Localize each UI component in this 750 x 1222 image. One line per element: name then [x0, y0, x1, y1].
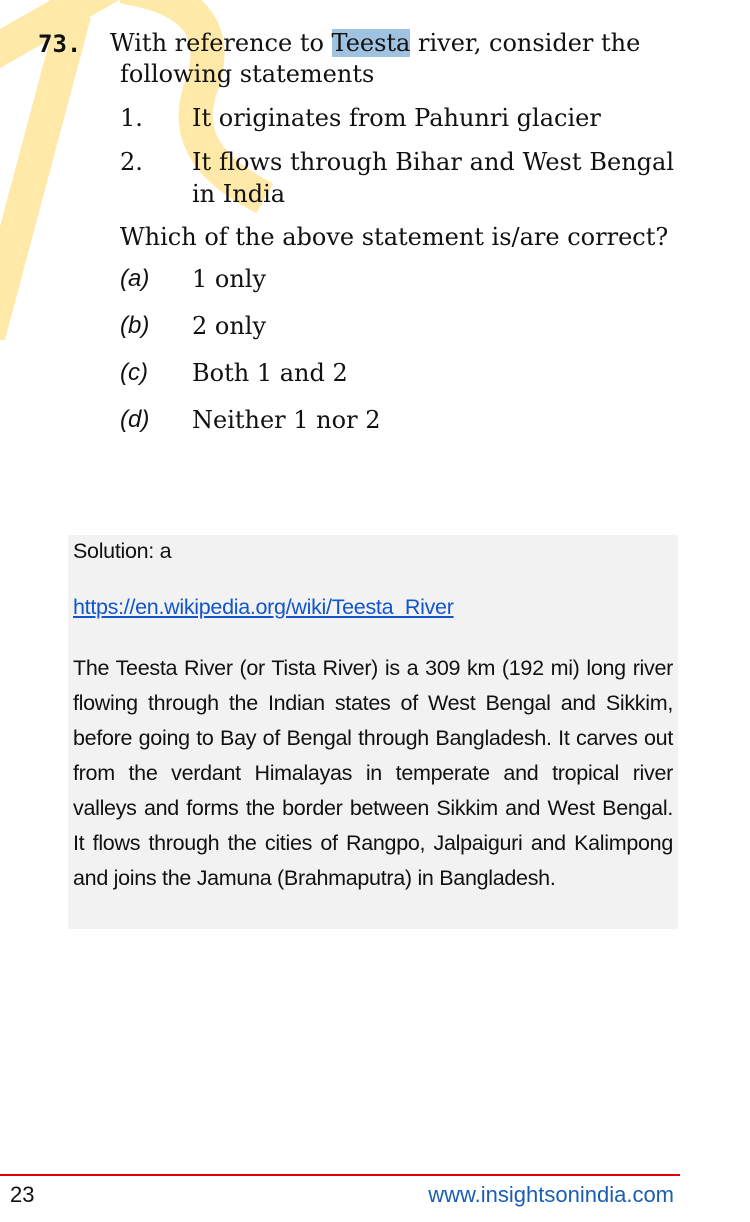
option-label: (d) [120, 406, 150, 433]
option-label: (a) [120, 265, 150, 292]
highlighted-text[interactable]: Teesta [331, 29, 411, 57]
statement-item: 2. It flows through Bihar and West Benga… [120, 146, 674, 210]
statement-text: It originates from Pahunri glacier [192, 104, 601, 132]
footer-divider [0, 1174, 680, 1176]
question-stem: With reference to Teesta river, consider… [110, 29, 641, 88]
option-a: (a) 1 only [120, 263, 674, 310]
reference-link[interactable]: https://en.wikipedia.org/wiki/Teesta_Riv… [73, 595, 454, 620]
solution-explanation: The Teesta River (or Tista River) is a 3… [73, 656, 673, 890]
page-number: 23 [10, 1182, 35, 1207]
question-prompt: Which of the above statement is/are corr… [120, 223, 669, 251]
question-block: 73. With reference to Teesta river, cons… [38, 28, 674, 451]
option-c: (c) Both 1 and 2 [120, 357, 674, 404]
option-text: 2 only [192, 312, 267, 340]
solution-box: Solution: a https://en.wikipedia.org/wik… [68, 535, 678, 929]
option-d: (d) Neither 1 nor 2 [120, 404, 674, 451]
statement-number: 2. [120, 148, 143, 176]
statement-item: 1. It originates from Pahunri glacier [120, 102, 674, 134]
option-text: Both 1 and 2 [192, 359, 348, 387]
solution-answer: Solution: a [73, 539, 172, 563]
statement-number: 1. [120, 104, 143, 132]
option-label: (c) [120, 359, 148, 386]
statement-text: It flows through Bihar and West Bengal i… [192, 148, 674, 208]
option-b: (b) 2 only [120, 310, 674, 357]
option-text: 1 only [192, 265, 267, 293]
option-text: Neither 1 nor 2 [192, 406, 381, 434]
option-label: (b) [120, 312, 150, 339]
question-number: 73. [38, 30, 82, 58]
options-list: (a) 1 only (b) 2 only (c) Both 1 and 2 (… [120, 263, 674, 451]
footer-website[interactable]: www.insightsonindia.com [428, 1182, 674, 1208]
